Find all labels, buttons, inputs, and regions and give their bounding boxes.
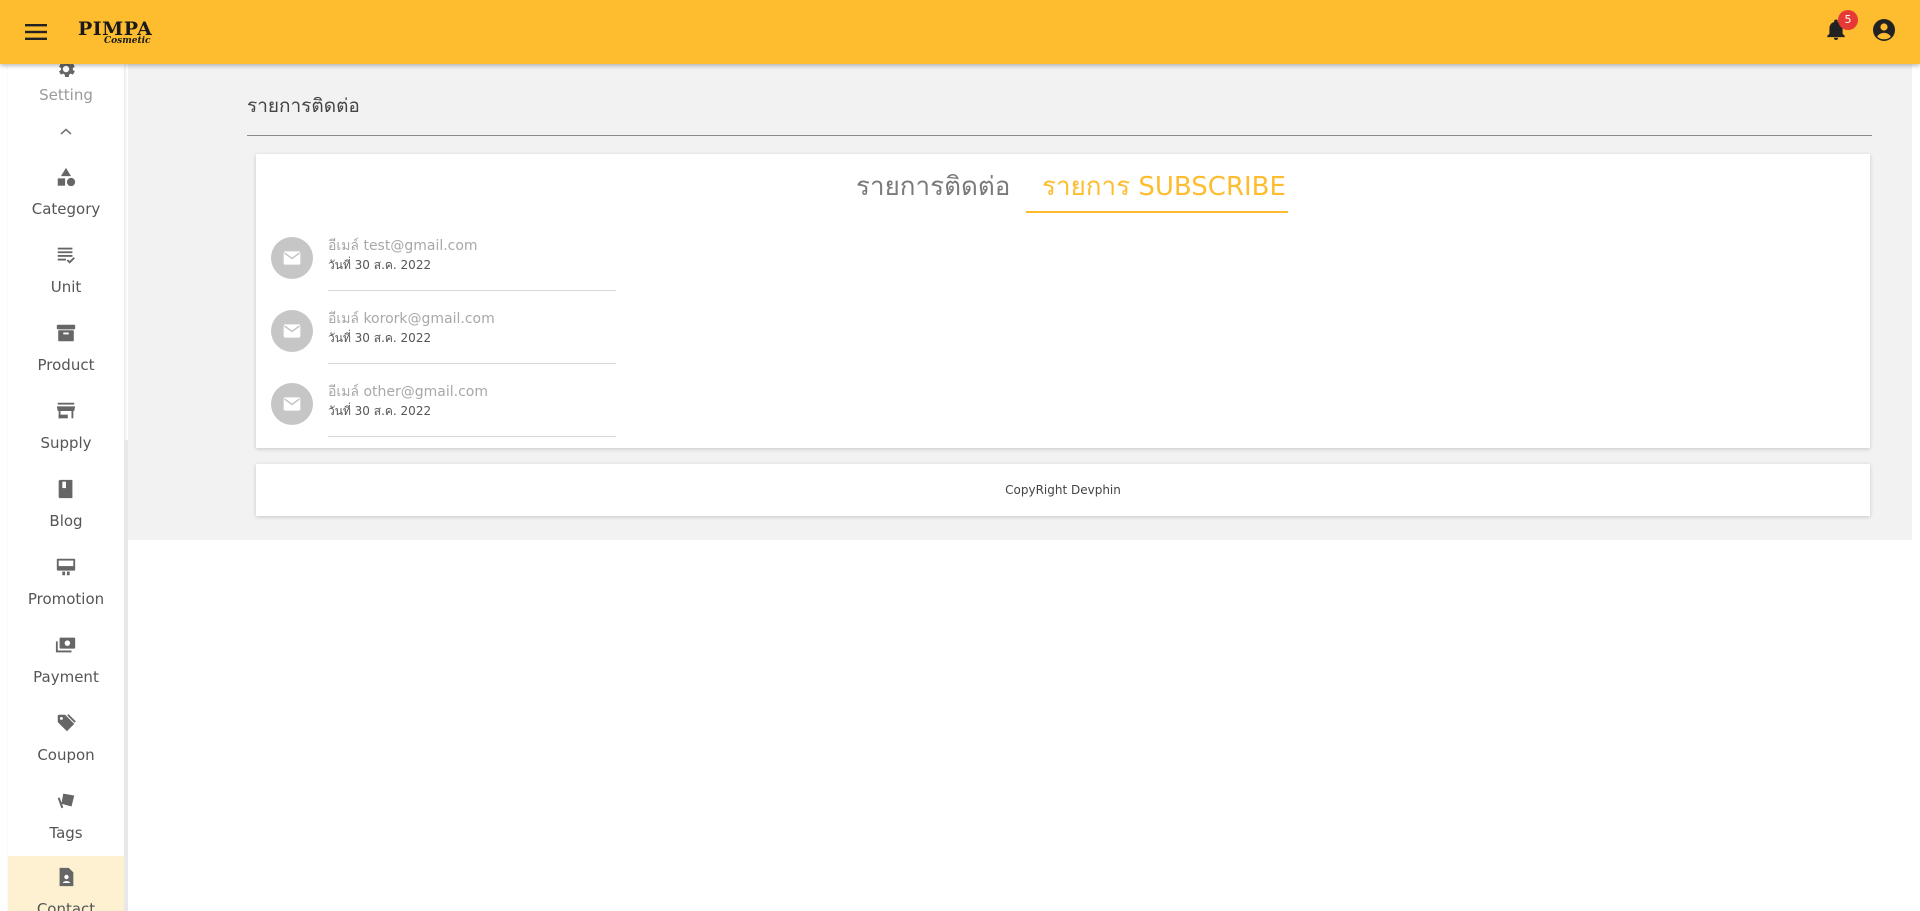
sidebar-item-label: Blog bbox=[49, 512, 83, 530]
sidebar-item-payment[interactable]: Payment bbox=[8, 626, 124, 704]
subscriber-email: อีเมล์ korork@gmail.com bbox=[328, 311, 495, 327]
sidebar-item-supply[interactable]: Supply bbox=[8, 392, 124, 470]
archive-box-icon bbox=[55, 322, 77, 344]
shapes-icon bbox=[55, 166, 77, 188]
sidebar-item-label: Payment bbox=[33, 668, 99, 686]
sidebar-item-coupon[interactable]: Coupon bbox=[8, 704, 124, 782]
list-divider bbox=[328, 290, 616, 291]
sidebar-item-tags[interactable]: Tags bbox=[8, 782, 124, 860]
contact-card-panel: รายการติดต่อ รายการ SUBSCRIBE อีเมล์ tes… bbox=[256, 154, 1870, 448]
sidebar-item-blog[interactable]: Blog bbox=[8, 470, 124, 548]
mail-icon bbox=[271, 237, 313, 279]
tag-icon bbox=[55, 712, 77, 734]
chevron-up-icon[interactable] bbox=[56, 124, 76, 138]
tab-contact-list[interactable]: รายการติดต่อ bbox=[856, 166, 1010, 208]
sidebar: Setting Category Unit Product Supply Blo… bbox=[8, 64, 124, 911]
subscriber-date: วันที่ 30 ส.ค. 2022 bbox=[328, 331, 432, 345]
active-tab-indicator bbox=[1026, 211, 1288, 213]
sidebar-item-label: Supply bbox=[40, 434, 92, 452]
mail-icon bbox=[271, 383, 313, 425]
footer: CopyRight Devphin bbox=[256, 464, 1870, 516]
sidebar-item-promotion[interactable]: Promotion bbox=[8, 548, 124, 626]
sidebar-item-label: Tags bbox=[49, 824, 83, 842]
list-divider bbox=[328, 363, 616, 364]
sidebar-item-label: Setting bbox=[39, 86, 93, 104]
book-icon bbox=[55, 478, 77, 500]
sidebar-item-contact[interactable]: Contact bbox=[8, 856, 124, 911]
gear-icon bbox=[55, 64, 77, 80]
page-title: รายการติดต่อ bbox=[247, 95, 360, 117]
list-divider bbox=[328, 436, 616, 437]
list-item[interactable]: อีเมล์ other@gmail.com วันที่ 30 ส.ค. 20… bbox=[271, 375, 631, 447]
checklist-icon bbox=[55, 244, 77, 266]
subscriber-date: วันที่ 30 ส.ค. 2022 bbox=[328, 258, 432, 272]
sidebar-item-unit[interactable]: Unit bbox=[8, 236, 124, 314]
logo-subtext: Cosmetic bbox=[104, 36, 151, 46]
subscriber-email: อีเมล์ other@gmail.com bbox=[328, 384, 488, 400]
sidebar-item-label: Coupon bbox=[37, 746, 95, 764]
account-circle-icon[interactable] bbox=[1872, 18, 1898, 44]
sidebar-item-label: Unit bbox=[50, 278, 82, 296]
sidebar-item-label: Promotion bbox=[27, 590, 105, 608]
contact-card-icon bbox=[55, 866, 77, 888]
top-app-bar: PIMPA Cosmetic 5 bbox=[0, 0, 1920, 64]
list-item[interactable]: อีเมล์ korork@gmail.com วันที่ 30 ส.ค. 2… bbox=[271, 302, 631, 374]
monitor-icon bbox=[55, 556, 77, 578]
sidebar-item-product[interactable]: Product bbox=[8, 314, 124, 392]
tags-icon bbox=[55, 790, 77, 812]
sidebar-item-label: Product bbox=[37, 356, 95, 374]
mail-icon bbox=[271, 310, 313, 352]
hamburger-menu-icon[interactable] bbox=[20, 18, 52, 46]
title-divider bbox=[247, 135, 1872, 136]
notification-badge: 5 bbox=[1838, 10, 1858, 30]
tab-subscribe-list[interactable]: รายการ SUBSCRIBE bbox=[1042, 166, 1286, 208]
storefront-icon bbox=[55, 400, 77, 422]
cash-icon bbox=[55, 634, 77, 656]
sidebar-item-category[interactable]: Category bbox=[8, 158, 124, 236]
list-item[interactable]: อีเมล์ test@gmail.com วันที่ 30 ส.ค. 202… bbox=[271, 229, 631, 301]
brand-logo[interactable]: PIMPA Cosmetic bbox=[76, 16, 156, 50]
subscriber-email: อีเมล์ test@gmail.com bbox=[328, 238, 478, 254]
footer-copyright: CopyRight Devphin bbox=[1005, 483, 1121, 497]
sidebar-item-label: Category bbox=[31, 200, 101, 218]
subscriber-date: วันที่ 30 ส.ค. 2022 bbox=[328, 404, 432, 418]
sidebar-item-label: Contact bbox=[36, 900, 96, 911]
